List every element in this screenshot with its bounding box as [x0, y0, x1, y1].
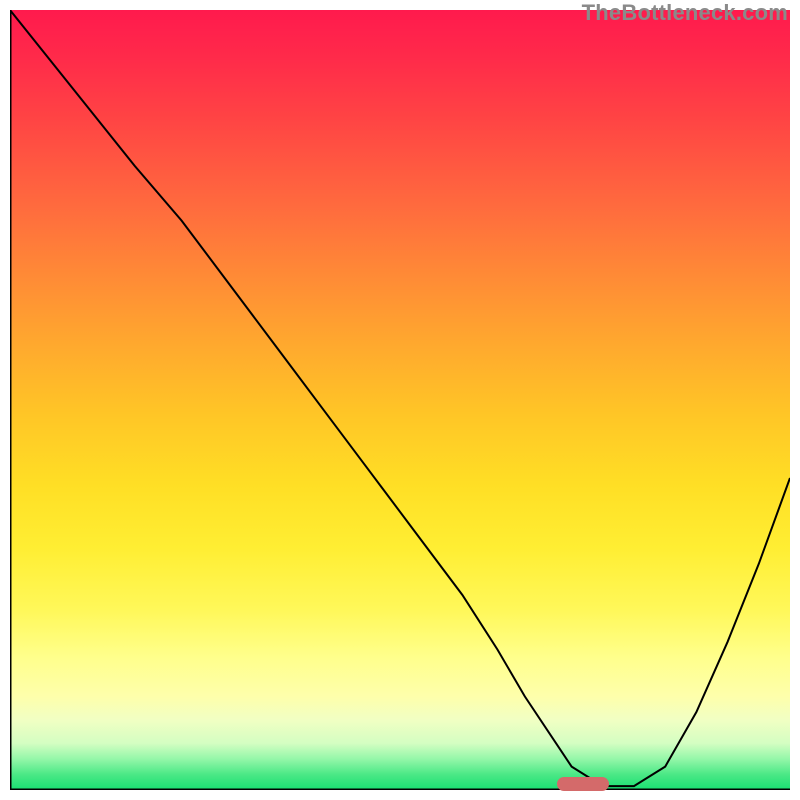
- plot-gradient-background: [10, 10, 790, 790]
- optimal-marker: [557, 777, 609, 791]
- chart-container: TheBottleneck.com: [0, 0, 800, 800]
- watermark-text: TheBottleneck.com: [582, 0, 788, 26]
